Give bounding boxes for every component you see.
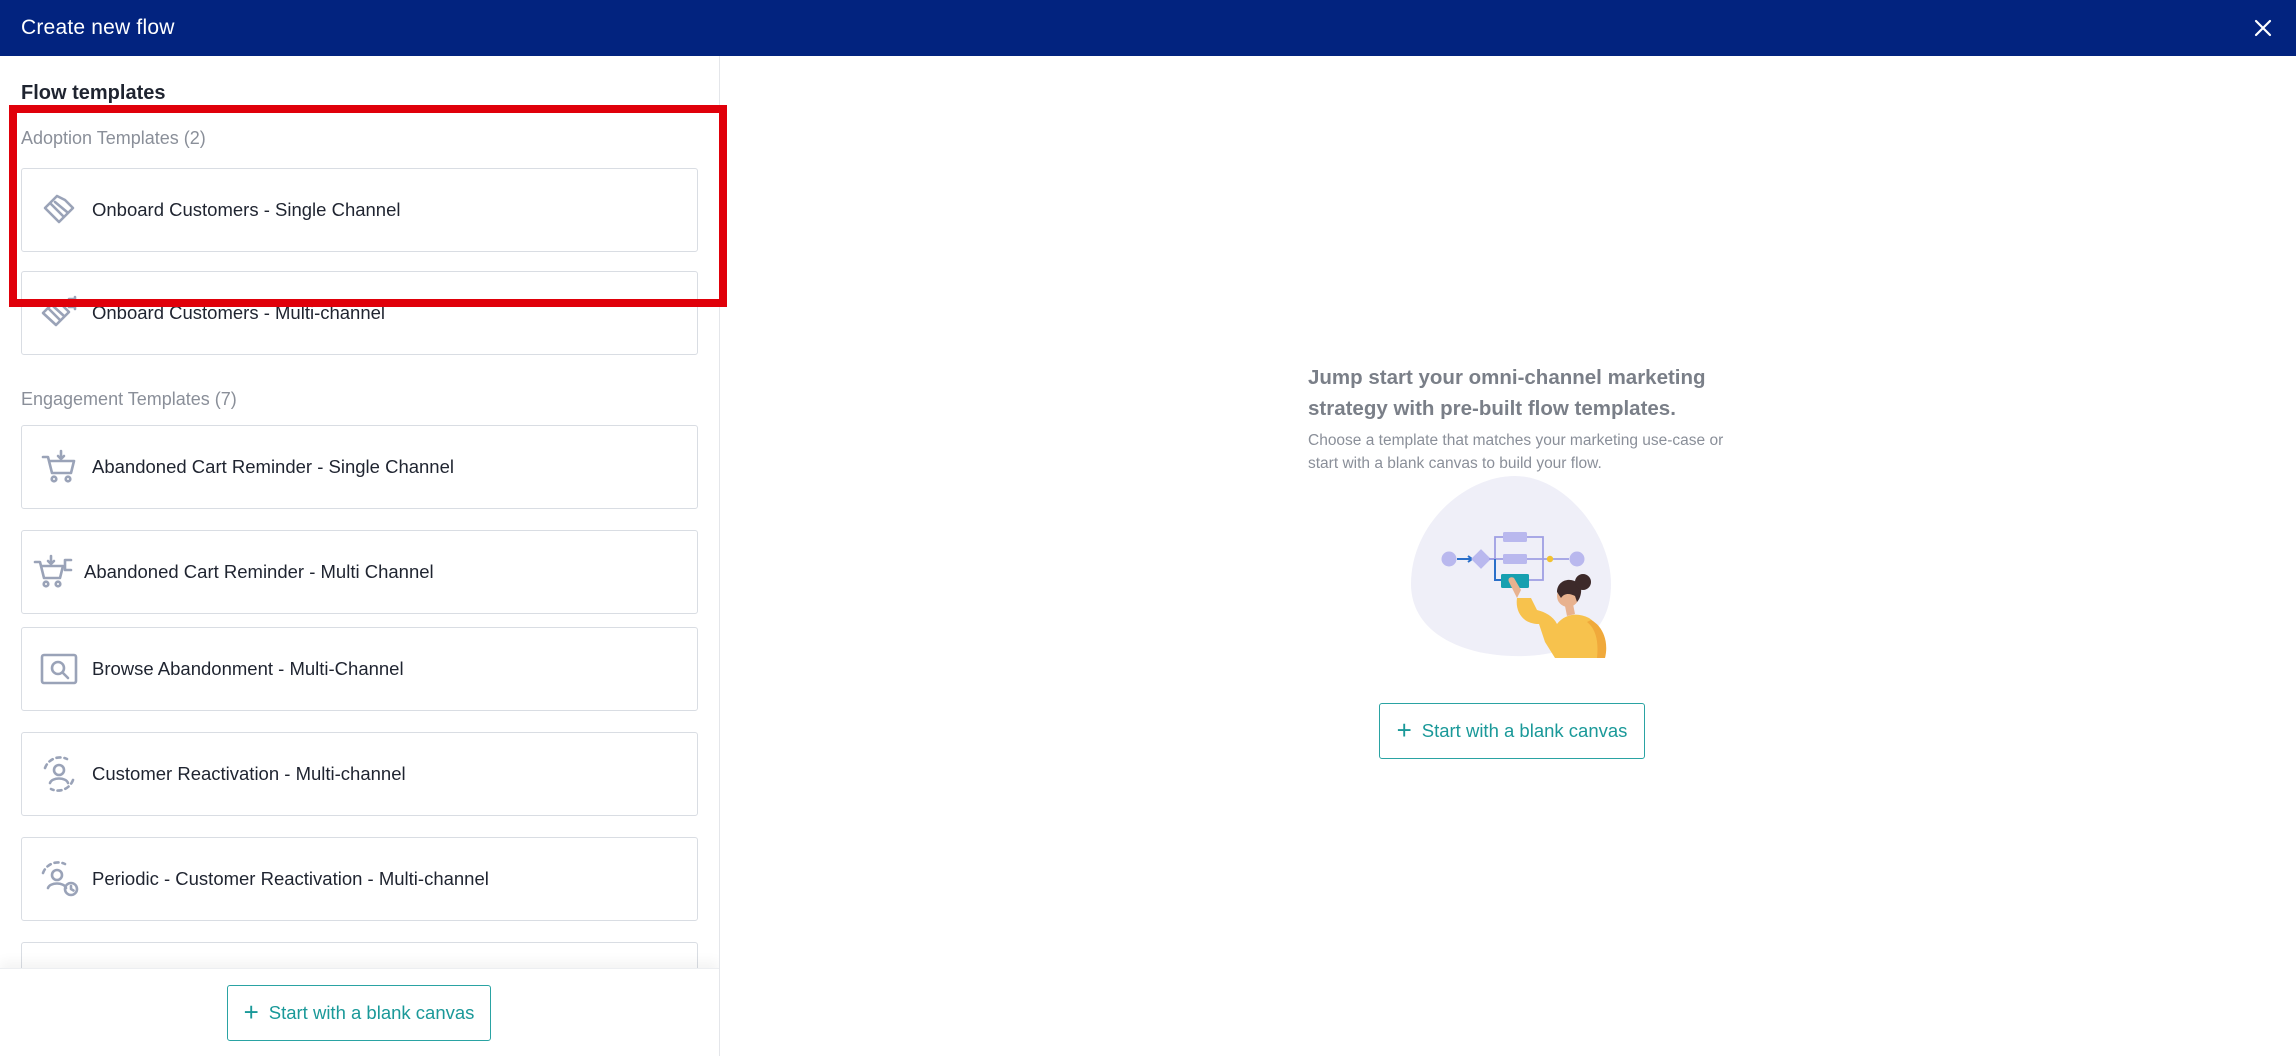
- button-label: Start with a blank canvas: [268, 1002, 475, 1023]
- template-card-cart-multi[interactable]: Abandoned Cart Reminder - Multi Channel: [21, 530, 698, 614]
- template-card-cart-single[interactable]: Abandoned Cart Reminder - Single Channel: [21, 425, 698, 509]
- cart-icon: [38, 446, 80, 488]
- plus-icon: +: [1396, 715, 1412, 745]
- template-label: Onboard Customers - Single Channel: [92, 199, 401, 220]
- cart-multichannel-icon: [32, 551, 74, 593]
- plus-icon: +: [243, 997, 259, 1027]
- start-blank-canvas-button[interactable]: + Start with a blank canvas: [1379, 703, 1645, 759]
- handshake-icon: [38, 189, 80, 231]
- template-list-panel: Flow templates Adoption Templates (2) On…: [0, 56, 720, 1056]
- user-reactivation-icon: [38, 753, 80, 795]
- handshake-multichannel-icon: [38, 292, 80, 334]
- template-card-browse[interactable]: Browse Abandonment - Multi-Channel: [21, 627, 698, 711]
- modal-title: Create new flow: [21, 16, 175, 39]
- template-card-onboard-multi[interactable]: Onboard Customers - Multi-channel: [21, 271, 698, 355]
- template-label: Onboard Customers - Multi-channel: [92, 302, 386, 323]
- empty-state-subtext: Choose a template that matches your mark…: [1308, 432, 1724, 472]
- button-label: Start with a blank canvas: [1421, 720, 1628, 741]
- start-blank-canvas-button-footer[interactable]: + Start with a blank canvas: [227, 985, 491, 1041]
- section-title-adoption: Adoption Templates (2): [21, 128, 206, 148]
- template-label: Periodic - Customer Reactivation - Multi…: [92, 868, 489, 889]
- section-title-engagement: Engagement Templates (7): [21, 389, 237, 409]
- template-label: Browse Abandonment - Multi-Channel: [92, 658, 404, 679]
- template-label: Abandoned Cart Reminder - Multi Channel: [84, 561, 434, 582]
- template-card-onboard-single[interactable]: Onboard Customers - Single Channel: [21, 168, 698, 252]
- browse-search-icon: [38, 648, 80, 690]
- empty-state-heading: Jump start your omni-channel marketing s…: [1308, 366, 1706, 420]
- panel-title: Flow templates: [21, 82, 166, 104]
- close-icon[interactable]: [2251, 16, 2275, 40]
- modal-header: Create new flow: [0, 0, 2296, 56]
- user-reactivation-clock-icon: [38, 858, 80, 900]
- flow-builder-illustration: [1405, 474, 1625, 682]
- template-card-periodic-reactivation[interactable]: Periodic - Customer Reactivation - Multi…: [21, 837, 698, 921]
- template-label: Abandoned Cart Reminder - Single Channel: [92, 456, 454, 477]
- template-label: Customer Reactivation - Multi-channel: [92, 763, 406, 784]
- template-list-footer: + Start with a blank canvas: [0, 968, 719, 1056]
- template-card-reactivation[interactable]: Customer Reactivation - Multi-channel: [21, 732, 698, 816]
